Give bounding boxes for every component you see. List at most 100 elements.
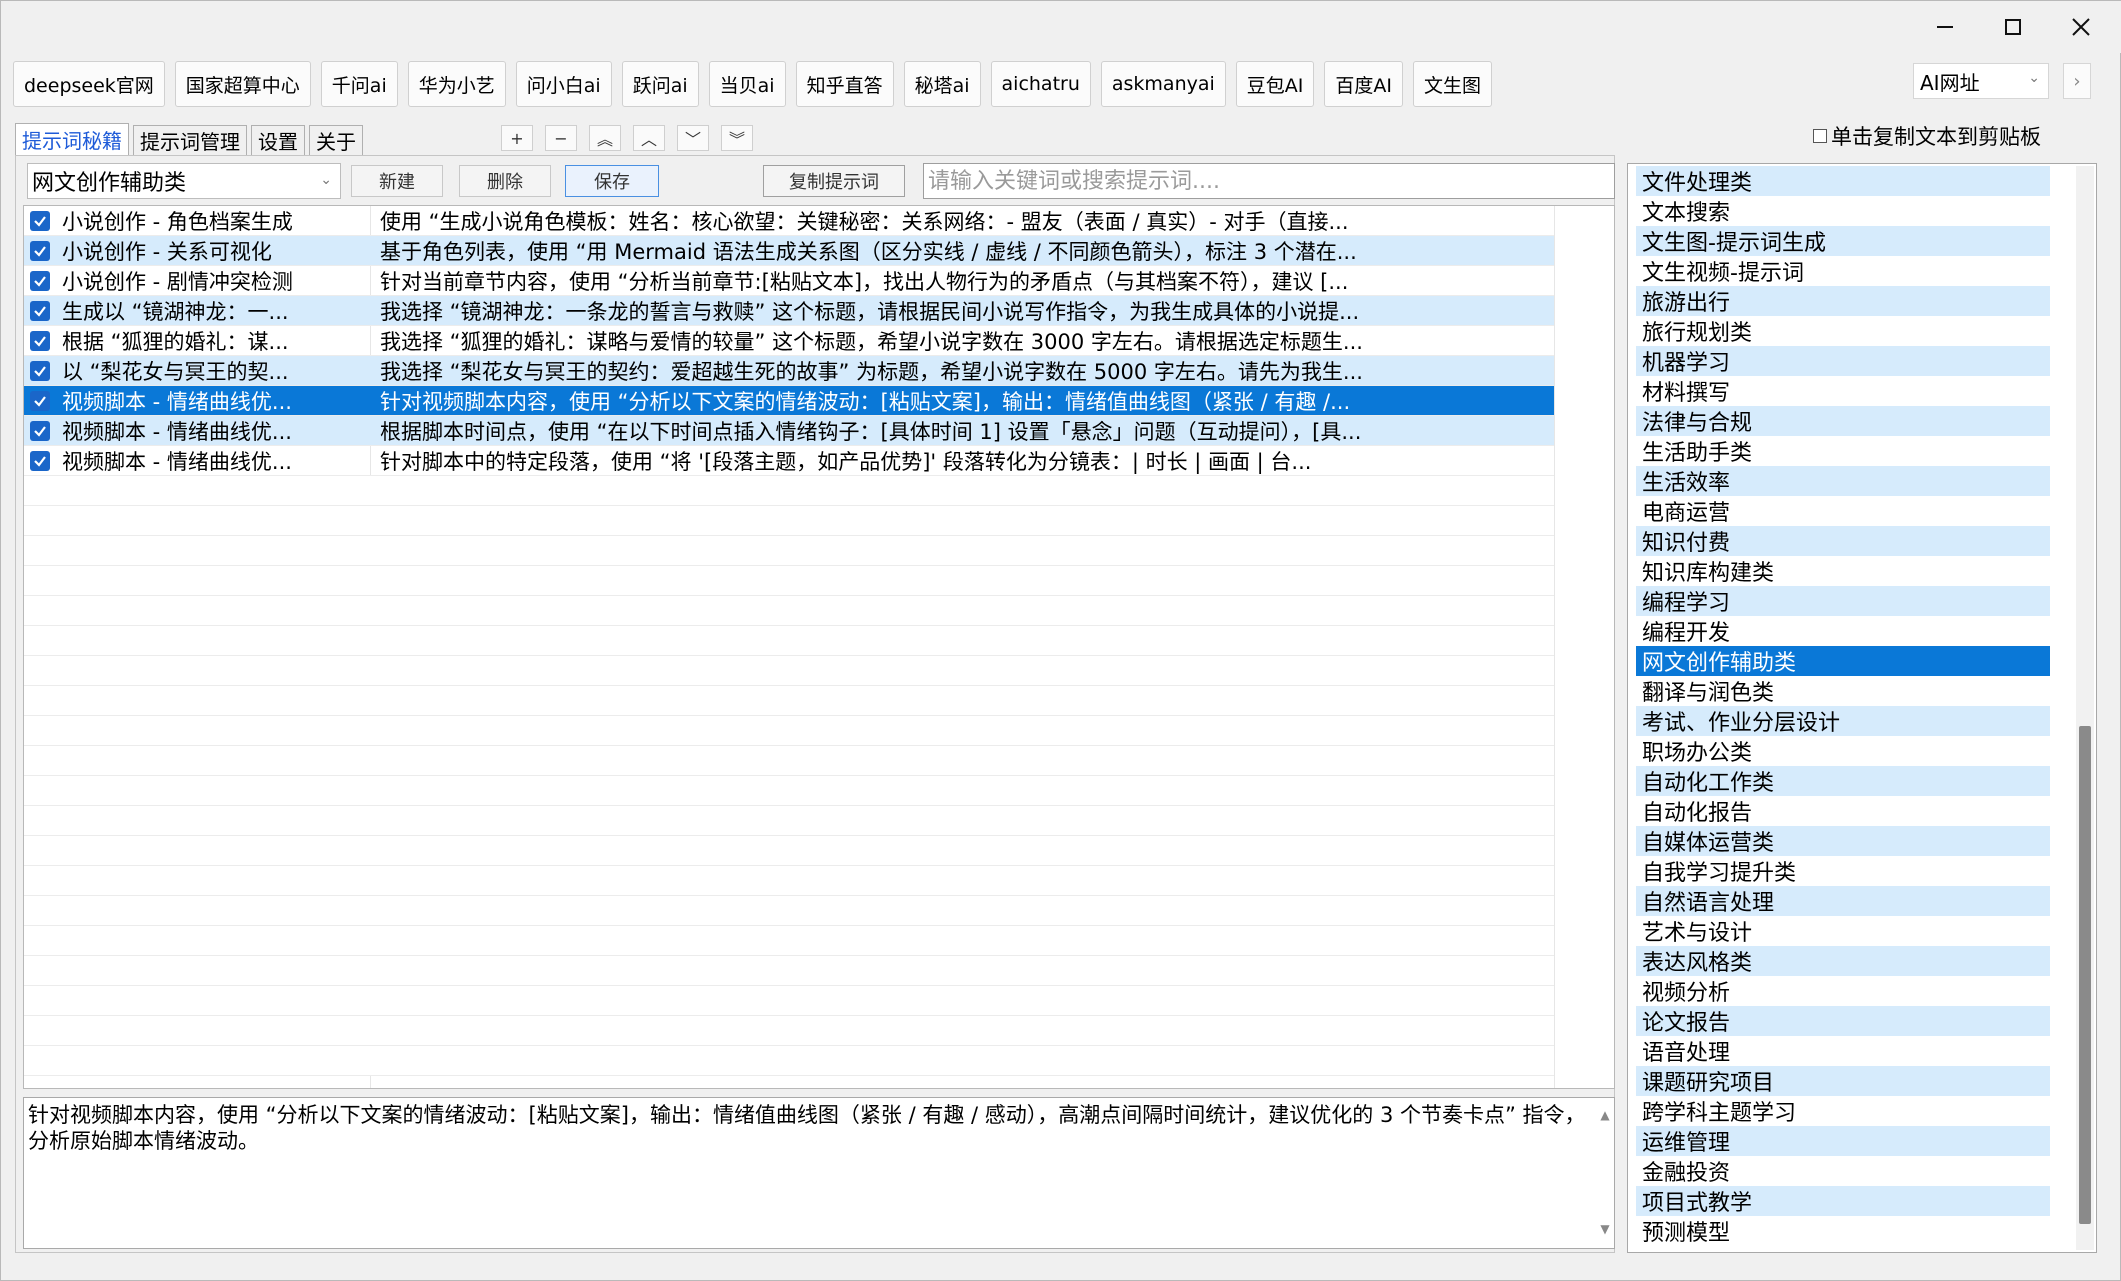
category-item[interactable]: 表达风格类 xyxy=(1636,946,2050,976)
site-button[interactable]: 百度AI xyxy=(1324,61,1403,107)
site-button[interactable]: 跃问ai xyxy=(621,61,699,107)
category-item[interactable]: 自媒体运营类 xyxy=(1636,826,2050,856)
category-item[interactable]: 文件处理类 xyxy=(1636,166,2050,196)
category-item[interactable]: 知识库构建类 xyxy=(1636,556,2050,586)
tab-prompt-management[interactable]: 提示词管理 xyxy=(133,125,247,155)
close-button[interactable] xyxy=(2049,1,2113,53)
prompt-row[interactable]: 视频脚本 - 情绪曲线优... 根据脚本时间点，使用 “在以下时间点插入情绪钩子：… xyxy=(24,416,1554,446)
site-button[interactable]: 文生图 xyxy=(1413,61,1493,107)
site-button[interactable]: 华为小艺 xyxy=(407,61,506,107)
site-button[interactable]: 秘塔ai xyxy=(903,61,981,107)
remove-button[interactable]: − xyxy=(545,125,577,151)
category-scrollbar-thumb[interactable] xyxy=(2079,726,2091,1224)
category-item[interactable]: 法律与合规 xyxy=(1636,406,2050,436)
ai-url-select[interactable]: AI网址 ⌄ xyxy=(1913,63,2049,99)
category-item[interactable]: 自然语言处理 xyxy=(1636,886,2050,916)
category-item[interactable]: 金融投资 xyxy=(1636,1156,2050,1186)
tab-about[interactable]: 关于 xyxy=(309,125,363,155)
prompt-row[interactable]: 以 “梨花女与冥王的契... 我选择 “梨花女与冥王的契约：爱超越生死的故事” 为… xyxy=(24,356,1554,386)
site-button[interactable]: 问小白ai xyxy=(515,61,612,107)
row-checkbox[interactable] xyxy=(30,210,50,231)
category-item[interactable]: 旅游出行 xyxy=(1636,286,2050,316)
site-button[interactable]: aichatru xyxy=(990,61,1091,107)
category-item[interactable]: 生活效率 xyxy=(1636,466,2050,496)
prompt-row[interactable]: 根据 “狐狸的婚礼：谋... 我选择 “狐狸的婚礼：谋略与爱情的较量” 这个标题，… xyxy=(24,326,1554,356)
category-item[interactable]: 编程学习 xyxy=(1636,586,2050,616)
row-checkbox[interactable] xyxy=(30,420,50,441)
tab-settings[interactable]: 设置 xyxy=(251,125,305,155)
category-item[interactable]: 知识付费 xyxy=(1636,526,2050,556)
row-checkbox[interactable] xyxy=(30,360,50,381)
category-item[interactable]: 运维管理 xyxy=(1636,1126,2050,1156)
category-item[interactable]: 翻译与润色类 xyxy=(1636,676,2050,706)
category-item[interactable]: 语音处理 xyxy=(1636,1036,2050,1066)
category-item[interactable]: 编程开发 xyxy=(1636,616,2050,646)
category-item[interactable]: 电商运营 xyxy=(1636,496,2050,526)
row-checkbox[interactable] xyxy=(30,330,50,351)
maximize-button[interactable] xyxy=(1981,1,2045,53)
prompt-row[interactable]: 视频脚本 - 情绪曲线优... 针对脚本中的特定段落，使用 “将 '[段落主题，如… xyxy=(24,446,1554,476)
tab-strip: 提示词秘籍 提示词管理 设置 关于 xyxy=(15,123,367,155)
move-up-button[interactable]: ︿ xyxy=(633,125,665,151)
category-item[interactable]: 自动化报告 xyxy=(1636,796,2050,826)
row-checkbox[interactable] xyxy=(30,240,50,261)
site-button[interactable]: 国家超算中心 xyxy=(174,61,311,107)
empty-row xyxy=(24,476,1554,506)
site-button[interactable]: askmanyai xyxy=(1100,61,1226,107)
prompt-row[interactable]: 小说创作 - 角色档案生成 使用 “生成小说角色模板：姓名：核心欲望：关键秘密：关… xyxy=(24,206,1554,236)
title-bar xyxy=(1,1,2121,53)
category-item[interactable]: 文生视频-提示词 xyxy=(1636,256,2050,286)
move-down-button[interactable]: ﹀ xyxy=(677,125,709,151)
site-button[interactable]: 千问ai xyxy=(320,61,398,107)
category-item[interactable]: 跨学科主题学习 xyxy=(1636,1096,2050,1126)
move-top-button[interactable]: ︽ xyxy=(589,125,621,151)
prompt-row[interactable]: 小说创作 - 关系可视化 基于角色列表，使用 “用 Mermaid 语法生成关系图… xyxy=(24,236,1554,266)
category-item[interactable]: 论文报告 xyxy=(1636,1006,2050,1036)
site-button[interactable]: deepseek官网 xyxy=(13,61,165,107)
category-item[interactable]: 文生图-提示词生成 xyxy=(1636,226,2050,256)
prompt-detail-textarea[interactable]: 针对视频脚本内容，使用 “分析以下文案的情绪波动：[粘贴文案]，输出：情绪值曲线… xyxy=(23,1097,1615,1249)
search-input[interactable] xyxy=(923,163,1615,199)
new-button[interactable]: 新建 xyxy=(351,165,443,197)
category-item[interactable]: 材料撰写 xyxy=(1636,376,2050,406)
ai-url-next-button[interactable]: › xyxy=(2063,63,2091,99)
prompt-row[interactable]: 生成以 “镜湖神龙：一... 我选择 “镜湖神龙：一条龙的誓言与救赎” 这个标题，… xyxy=(24,296,1554,326)
row-checkbox[interactable] xyxy=(30,300,50,321)
category-item[interactable]: 生活助手类 xyxy=(1636,436,2050,466)
add-button[interactable]: + xyxy=(501,125,533,151)
site-button[interactable]: 当贝ai xyxy=(708,61,786,107)
category-item[interactable]: 预测模型 xyxy=(1636,1216,2050,1246)
category-item[interactable]: 自我学习提升类 xyxy=(1636,856,2050,886)
minimize-button[interactable] xyxy=(1913,1,1977,53)
category-item[interactable]: 视频分析 xyxy=(1636,976,2050,1006)
prompt-row[interactable]: 小说创作 - 剧情冲突检测 针对当前章节内容，使用 “分析当前章节:[粘贴文本]，… xyxy=(24,266,1554,296)
row-checkbox[interactable] xyxy=(30,450,50,471)
copy-to-clipboard-option[interactable]: 单击复制文本到剪贴板 xyxy=(1813,121,2041,151)
category-item[interactable]: 自动化工作类 xyxy=(1636,766,2050,796)
tab-prompt-secrets[interactable]: 提示词秘籍 xyxy=(15,123,129,155)
row-checkbox[interactable] xyxy=(30,270,50,291)
category-item[interactable]: 课题研究项目 xyxy=(1636,1066,2050,1096)
category-select[interactable]: 网文创作辅助类 ⌄ xyxy=(27,163,341,199)
category-item[interactable]: 机器学习 xyxy=(1636,346,2050,376)
empty-row xyxy=(24,986,1554,1016)
copy-to-clipboard-checkbox[interactable] xyxy=(1813,129,1827,143)
row-checkbox[interactable] xyxy=(30,390,50,411)
category-item[interactable]: 网文创作辅助类 xyxy=(1636,646,2050,676)
move-bottom-button[interactable]: ︾ xyxy=(721,125,753,151)
site-shortcut-bar: deepseek官网 国家超算中心 千问ai 华为小艺 问小白ai 跃问ai 当贝ai 知乎直… xyxy=(13,61,1493,109)
save-button[interactable]: 保存 xyxy=(565,165,659,197)
category-item[interactable]: 文本搜索 xyxy=(1636,196,2050,226)
category-item[interactable]: 艺术与设计 xyxy=(1636,916,2050,946)
category-item[interactable]: 项目式教学 xyxy=(1636,1186,2050,1216)
category-item[interactable]: 考试、作业分层设计 xyxy=(1636,706,2050,736)
prompt-row[interactable]: 视频脚本 - 情绪曲线优... 针对视频脚本内容，使用 “分析以下文案的情绪波动：… xyxy=(24,386,1554,416)
delete-button[interactable]: 删除 xyxy=(459,165,551,197)
category-item[interactable]: 职场办公类 xyxy=(1636,736,2050,766)
detail-scrollbar[interactable]: ▲ ▼ xyxy=(1598,1102,1612,1242)
site-button[interactable]: 知乎直答 xyxy=(795,61,894,107)
copy-prompt-button[interactable]: 复制提示词 xyxy=(763,165,905,197)
site-button[interactable]: 豆包AI xyxy=(1235,61,1315,107)
prompt-name: 视频脚本 - 情绪曲线优... xyxy=(62,389,292,414)
category-item[interactable]: 旅行规划类 xyxy=(1636,316,2050,346)
